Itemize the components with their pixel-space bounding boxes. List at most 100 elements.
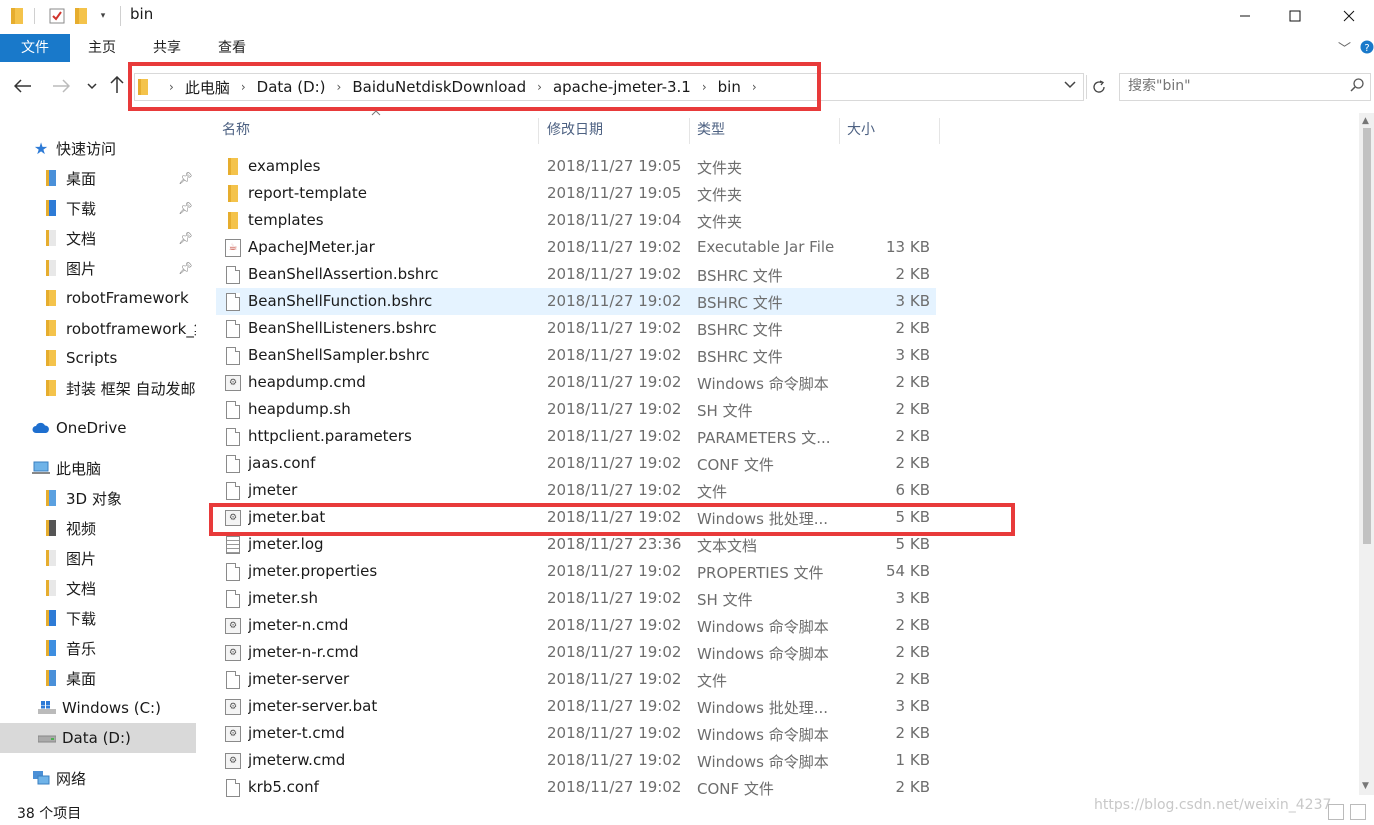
file-row[interactable]: BeanShellListeners.bshrc 2018/11/27 19:02… [216, 315, 936, 342]
sidebar-item-quick-access[interactable]: ★ 快速访问 [0, 133, 196, 163]
file-date: 2018/11/27 19:02 [547, 589, 682, 607]
download-folder-icon [42, 199, 60, 217]
sidebar-item-robotframework[interactable]: robotFramework [0, 283, 196, 313]
tab-home[interactable]: 主页 [80, 34, 124, 62]
properties-icon[interactable] [48, 6, 66, 26]
sidebar-item-videos[interactable]: 视频 [0, 513, 196, 543]
file-row[interactable]: ⚙ jmeterw.cmd 2018/11/27 19:02 Windows 命令脚本… [216, 747, 936, 774]
new-folder-icon[interactable] [74, 6, 88, 26]
sidebar-item-pc-pictures[interactable]: 图片 [0, 543, 196, 573]
refresh-button[interactable] [1086, 75, 1110, 99]
file-name: httpclient.parameters [248, 427, 412, 445]
file-type: 文件夹 [697, 186, 743, 204]
file-date: 2018/11/27 19:02 [547, 400, 682, 418]
file-row[interactable]: BeanShellAssertion.bshrc 2018/11/27 19:02… [216, 261, 936, 288]
sidebar-item-3d-objects[interactable]: 3D 对象 [0, 483, 196, 513]
search-icon[interactable] [1350, 78, 1364, 96]
help-icon[interactable]: ? [1360, 40, 1374, 58]
file-date: 2018/11/27 19:02 [547, 562, 682, 580]
tab-file[interactable]: 文件 [0, 34, 70, 62]
maximize-button[interactable] [1272, 0, 1318, 32]
expand-ribbon-icon[interactable]: ﹀ [1338, 38, 1351, 57]
file-row[interactable]: BeanShellFunction.bshrc 2018/11/27 19:02 B… [216, 288, 936, 315]
file-size: 2 KB [895, 319, 930, 337]
file-row[interactable]: jaas.conf 2018/11/27 19:02 CONF 文件 2 KB [216, 450, 936, 477]
file-date: 2018/11/27 19:02 [547, 238, 682, 256]
pin-icon[interactable]: 📌︎ [178, 231, 193, 245]
file-size: 2 KB [895, 427, 930, 445]
address-dropdown-icon[interactable] [1064, 78, 1076, 92]
jmeter-bat-highlight-annotation [209, 503, 1015, 536]
file-row[interactable]: httpclient.parameters 2018/11/27 19:02 PAR… [216, 423, 936, 450]
file-date: 2018/11/27 19:02 [547, 778, 682, 796]
search-input[interactable] [1128, 78, 1328, 94]
file-size: 5 KB [895, 535, 930, 553]
file-row[interactable]: ⚙ jmeter-t.cmd 2018/11/27 19:02 Windows 命令脚… [216, 720, 936, 747]
column-header-type[interactable]: 类型 [691, 118, 839, 144]
file-row[interactable]: ⚙ jmeter-n-r.cmd 2018/11/27 19:02 Windows 命… [216, 639, 936, 666]
file-type: Windows 批处理... [697, 699, 829, 717]
sidebar-item-pc-downloads[interactable]: 下载 [0, 603, 196, 633]
file-type: Executable Jar File [697, 238, 835, 256]
file-row[interactable]: templates 2018/11/27 19:04 文件夹 [216, 207, 936, 234]
up-button[interactable] [110, 75, 124, 99]
file-icon [224, 589, 242, 608]
sidebar-item-scripts[interactable]: Scripts [0, 343, 196, 373]
sidebar-item-desktop[interactable]: 桌面 📌︎ [0, 163, 196, 193]
file-row[interactable]: BeanShellSampler.bshrc 2018/11/27 19:02 BS… [216, 342, 936, 369]
script-file-icon: ⚙ [224, 724, 242, 743]
sidebar-item-music[interactable]: 音乐 [0, 633, 196, 663]
large-icons-view-icon[interactable] [1350, 804, 1366, 820]
file-row[interactable]: ⚙ jmeter-n.cmd 2018/11/27 19:02 Windows 命令脚… [216, 612, 936, 639]
sidebar-item-pc-documents[interactable]: 文档 [0, 573, 196, 603]
close-button[interactable] [1326, 0, 1372, 32]
file-row[interactable]: jmeter 2018/11/27 19:02 文件 6 KB [216, 477, 936, 504]
file-icon [224, 778, 242, 797]
sidebar-item-windows-c[interactable]: Windows (C:) [0, 693, 196, 723]
column-header-size[interactable]: 大小 [841, 118, 939, 144]
scroll-down-icon[interactable]: ▼ [1362, 781, 1369, 791]
file-row[interactable]: ☕ ApacheJMeter.jar 2018/11/27 19:02 Executa… [216, 234, 936, 261]
file-row[interactable]: report-template 2018/11/27 19:05 文件夹 [216, 180, 936, 207]
file-date: 2018/11/27 19:02 [547, 751, 682, 769]
file-icon [224, 346, 242, 365]
customize-toolbar-icon[interactable]: ▾ [96, 6, 110, 26]
file-row[interactable]: jmeter.properties 2018/11/27 19:02 PROPERT… [216, 558, 936, 585]
sidebar-item-pictures[interactable]: 图片 📌︎ [0, 253, 196, 283]
column-header-name[interactable]: 名称 [216, 118, 538, 144]
file-row[interactable]: jmeter.sh 2018/11/27 19:02 SH 文件 3 KB [216, 585, 936, 612]
sidebar-item-documents[interactable]: 文档 📌︎ [0, 223, 196, 253]
sidebar-item-onedrive[interactable]: OneDrive [0, 413, 196, 443]
minimize-button[interactable] [1222, 0, 1268, 32]
pin-icon[interactable]: 📌︎ [178, 171, 193, 185]
details-view-icon[interactable] [1328, 804, 1344, 820]
sidebar-item-data-d[interactable]: Data (D:) [0, 723, 196, 753]
title-bar: ▾ bin [0, 0, 1374, 32]
back-button[interactable] [13, 77, 32, 98]
recent-locations-icon[interactable] [87, 80, 97, 93]
file-row[interactable]: jmeter-server 2018/11/27 19:02 文件 2 KB [216, 666, 936, 693]
file-row[interactable]: examples 2018/11/27 19:05 文件夹 [216, 153, 936, 180]
sidebar-item-pc-desktop[interactable]: 桌面 [0, 663, 196, 693]
sidebar-item-downloads[interactable]: 下载 📌︎ [0, 193, 196, 223]
sidebar-item-network[interactable]: 网络 [0, 763, 196, 793]
sidebar-item-framework-email[interactable]: 封装 框架 自动发邮 [0, 373, 196, 403]
scrollbar-thumb[interactable] [1363, 128, 1371, 544]
tab-share[interactable]: 共享 [145, 34, 189, 62]
file-type: Windows 命令脚本 [697, 645, 829, 663]
scroll-up-icon[interactable]: ▲ [1362, 116, 1369, 126]
file-row[interactable]: heapdump.sh 2018/11/27 19:02 SH 文件 2 KB [216, 396, 936, 423]
forward-button[interactable] [52, 77, 71, 98]
file-row[interactable]: krb5.conf 2018/11/27 19:02 CONF 文件 2 KB [216, 774, 936, 801]
pin-icon[interactable]: 📌︎ [178, 201, 193, 215]
folder-icon [10, 6, 24, 26]
pin-icon[interactable]: 📌︎ [178, 261, 193, 275]
column-header-date[interactable]: 修改日期 [541, 118, 689, 144]
tab-view[interactable]: 查看 [210, 34, 254, 62]
sidebar-item-robotframework-collection[interactable]: robotframework_集 [0, 313, 196, 343]
sidebar-item-this-pc[interactable]: 此电脑 [0, 453, 196, 483]
folder-icon [42, 349, 60, 367]
file-row[interactable]: ⚙ heapdump.cmd 2018/11/27 19:02 Windows 命令脚… [216, 369, 936, 396]
file-row[interactable]: ⚙ jmeter-server.bat 2018/11/27 19:02 Window… [216, 693, 936, 720]
search-box[interactable] [1119, 73, 1371, 101]
